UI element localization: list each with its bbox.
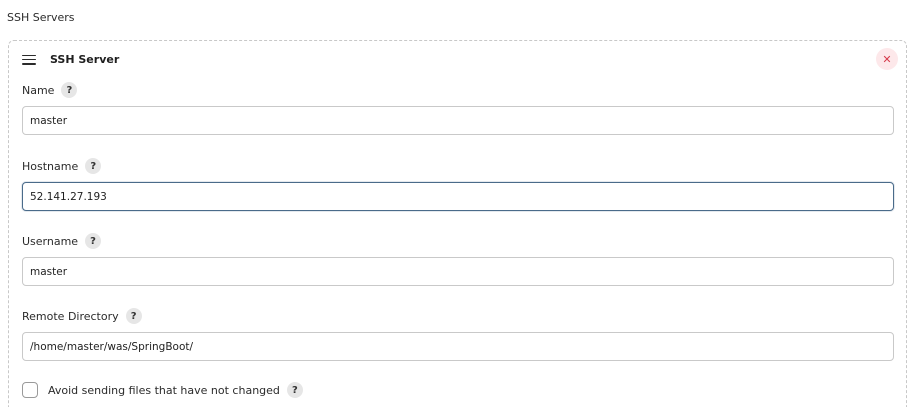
avoid-sending-row: Avoid sending files that have not change… <box>22 382 303 398</box>
name-field-group: Name ? <box>22 82 894 135</box>
username-help-icon[interactable]: ? <box>85 233 102 249</box>
hostname-field-group: Hostname ? <box>22 158 894 211</box>
close-icon: ✕ <box>882 52 892 66</box>
remote-directory-help-icon[interactable]: ? <box>125 308 142 324</box>
ssh-server-card: SSH Server ✕ Name ? Hostname ? Username <box>8 40 907 407</box>
remote-directory-label: Remote Directory <box>22 309 119 323</box>
avoid-sending-checkbox[interactable] <box>22 382 38 398</box>
drag-handle-icon[interactable] <box>22 54 36 65</box>
card-title: SSH Server <box>50 53 120 66</box>
avoid-sending-help-icon[interactable]: ? <box>286 382 303 398</box>
remote-directory-input[interactable] <box>22 332 894 361</box>
remote-directory-field-group: Remote Directory ? <box>22 308 894 361</box>
hostname-help-icon[interactable]: ? <box>85 158 102 174</box>
delete-server-button[interactable]: ✕ <box>876 48 898 70</box>
username-field-group: Username ? <box>22 233 894 286</box>
card-header: SSH Server <box>22 53 119 66</box>
username-input[interactable] <box>22 257 894 286</box>
username-label: Username <box>22 234 79 248</box>
section-title: SSH Servers <box>7 11 75 24</box>
name-label: Name <box>22 83 55 97</box>
name-input[interactable] <box>22 106 894 135</box>
hostname-label: Hostname <box>22 159 79 173</box>
avoid-sending-label[interactable]: Avoid sending files that have not change… <box>48 384 280 397</box>
name-help-icon[interactable]: ? <box>61 82 78 98</box>
ssh-servers-config: SSH Servers SSH Server ✕ Name ? Hostname… <box>0 0 916 407</box>
hostname-input[interactable] <box>22 182 894 211</box>
